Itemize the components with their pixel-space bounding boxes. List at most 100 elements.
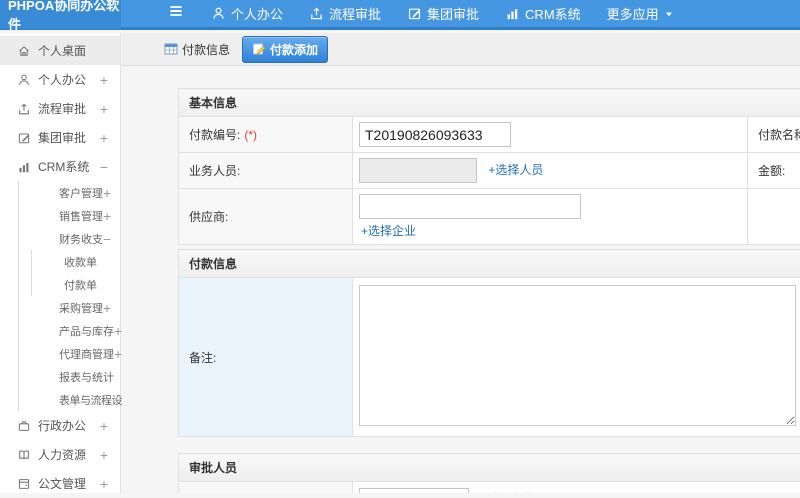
sidebar-item-label: 流程审批: [38, 100, 86, 117]
sidebar-item-label: 人力资源: [38, 446, 86, 463]
section-title: 付款信息: [179, 250, 800, 278]
sidebar-item-label: 销售管理: [59, 208, 103, 224]
topmenu-label: 集团审批: [427, 4, 479, 23]
expand-plus-icon[interactable]: +: [114, 324, 122, 338]
staff-label: 业务人员:: [179, 153, 353, 189]
basic-info-section: 基本信息 付款编号:(*) 付款名称:(*) 业务人员: +选择人员: [178, 88, 800, 245]
finance-subtree: 收款单 付款单: [31, 250, 120, 296]
sidebar-item-sales-management[interactable]: 销售管理 +: [19, 204, 120, 227]
sidebar-item-label: 财务收支: [59, 231, 103, 247]
expand-plus-icon[interactable]: +: [100, 102, 108, 116]
sidebar-item-payment-form[interactable]: 付款单: [32, 273, 120, 296]
remark-textarea[interactable]: [359, 285, 796, 426]
sidebar-item-form-process-settings[interactable]: 表单与流程设置 +: [19, 388, 120, 411]
sidebar-item-purchase-management[interactable]: 采购管理 +: [19, 296, 120, 319]
sidebar-item-customer-management[interactable]: 客户管理 +: [19, 181, 120, 204]
tab-payment-add[interactable]: 付款添加: [242, 36, 328, 63]
select-staff-link[interactable]: +选择人员: [488, 163, 543, 177]
top-menu: 个人办公 流程审批 集团审批 CRM系统 更多应用: [211, 4, 674, 23]
expand-plus-icon[interactable]: +: [100, 477, 108, 491]
sidebar-item-label: 客户管理: [59, 185, 103, 201]
sidebar-item-agent-management[interactable]: 代理商管理 +: [19, 342, 120, 365]
edit-add-icon: [252, 42, 266, 56]
payment-add-form: 基本信息 付款编号:(*) 付款名称:(*) 业务人员: +选择人员: [178, 88, 800, 493]
supplier-input[interactable]: [359, 194, 581, 219]
topmenu-crm-system[interactable]: CRM系统: [505, 4, 581, 23]
sidebar-item-label: 采购管理: [59, 300, 103, 316]
app-logo: PHPOA协同办公软件: [0, 0, 121, 29]
sidebar-item-label: CRM系统: [38, 158, 89, 175]
document-icon: [17, 477, 31, 491]
expand-plus-icon[interactable]: +: [100, 73, 108, 87]
remark-label: 备注:: [179, 278, 353, 437]
expand-plus-icon[interactable]: +: [100, 131, 108, 145]
crm-subtree: 客户管理 + 销售管理 + 财务收支 − 收款单 付款单 采购管理 + 产品与库…: [18, 181, 120, 411]
briefcase-icon: [17, 419, 31, 433]
expand-plus-icon[interactable]: +: [103, 209, 111, 223]
topmenu-personal-office[interactable]: 个人办公: [211, 4, 283, 23]
process-icon: [17, 102, 31, 116]
sidebar-item-personal-office[interactable]: 个人办公 +: [0, 65, 120, 94]
approval-section: 审批人员 设置审批人员:(*) +选择审批人员 提醒审批人员: 短消息提示 注:: [178, 453, 800, 493]
sidebar-item-label: 个人办公: [38, 71, 86, 88]
sidebar-item-administrative-office[interactable]: 行政办公 +: [0, 411, 120, 440]
edit-square-icon: [17, 131, 31, 145]
topmenu-label: 个人办公: [231, 4, 283, 23]
user-icon: [211, 6, 226, 21]
sidebar-item-process-approval[interactable]: 流程审批 +: [0, 94, 120, 123]
sidebar-item-human-resources[interactable]: 人力资源 +: [0, 440, 120, 469]
sidebar-item-label: 付款单: [64, 277, 97, 293]
supplier-label: 供应商:: [179, 189, 353, 245]
bar-chart-icon: [505, 6, 520, 21]
expand-plus-icon[interactable]: +: [114, 347, 122, 361]
payment-info-section: 付款信息 备注:: [178, 249, 800, 437]
collapse-minus-icon[interactable]: −: [100, 160, 108, 174]
sidebar-item-reports-statistics[interactable]: 报表与统计: [19, 365, 120, 388]
payment-name-label: 付款名称:(*): [748, 117, 800, 153]
main-content: 付款信息 付款添加 基本信息 付款编号:(*) 付款名称:(*): [122, 33, 800, 493]
topmenu-more-apps[interactable]: 更多应用: [607, 4, 674, 23]
bar-chart-icon: [17, 160, 31, 174]
sidebar-item-personal-desktop[interactable]: 个人桌面: [0, 36, 120, 65]
hamburger-menu-button[interactable]: [167, 4, 187, 24]
sidebar-item-product-inventory[interactable]: 产品与库存 +: [19, 319, 120, 342]
sidebar-item-document-management[interactable]: 公文管理 +: [0, 469, 120, 498]
topmenu-label: 更多应用: [607, 4, 659, 23]
set-approver-label: 设置审批人员:(*): [179, 482, 353, 494]
sidebar-item-label: 报表与统计: [59, 369, 114, 385]
sidebar-item-receipt-form[interactable]: 收款单: [32, 250, 120, 273]
expand-plus-icon[interactable]: +: [100, 419, 108, 433]
sidebar-item-crm-system[interactable]: CRM系统 −: [0, 152, 120, 181]
sidebar-item-label: 收款单: [64, 254, 97, 270]
edit-square-icon: [407, 6, 422, 21]
tab-payment-info[interactable]: 付款信息: [158, 37, 236, 62]
process-icon: [309, 6, 324, 21]
user-icon: [17, 73, 31, 87]
section-title: 审批人员: [179, 454, 800, 482]
hamburger-icon: [167, 2, 185, 25]
approver-input[interactable]: [359, 488, 469, 493]
section-title: 基本信息: [179, 89, 800, 117]
book-icon: [17, 448, 31, 462]
expand-plus-icon[interactable]: +: [103, 301, 111, 315]
collapse-minus-icon[interactable]: −: [103, 232, 111, 246]
caret-down-icon: [664, 9, 674, 19]
sidebar-item-group-approval[interactable]: 集团审批 +: [0, 123, 120, 152]
expand-plus-icon[interactable]: +: [103, 186, 111, 200]
tab-label: 付款信息: [182, 41, 230, 58]
sidebar-item-label: 代理商管理: [59, 346, 114, 362]
top-bar: PHPOA协同办公软件 个人办公 流程审批 集团审批 CRM系统 更多应用: [0, 0, 800, 30]
table-icon: [164, 42, 178, 56]
topmenu-group-approval[interactable]: 集团审批: [407, 4, 479, 23]
payment-no-input[interactable]: [359, 122, 511, 147]
required-mark: (*): [244, 128, 257, 142]
topmenu-process-approval[interactable]: 流程审批: [309, 4, 381, 23]
tab-bar: 付款信息 付款添加: [122, 33, 800, 66]
sidebar-item-label: 产品与库存: [59, 323, 114, 339]
expand-plus-icon[interactable]: +: [100, 448, 108, 462]
sidebar-item-finance[interactable]: 财务收支 −: [19, 227, 120, 250]
sidebar: 个人桌面 个人办公 + 流程审批 + 集团审批 + CRM系统 − 客户管理 +…: [0, 33, 121, 493]
sidebar-item-label: 集团审批: [38, 129, 86, 146]
select-company-link[interactable]: +选择企业: [361, 222, 741, 239]
staff-input[interactable]: [359, 158, 477, 183]
